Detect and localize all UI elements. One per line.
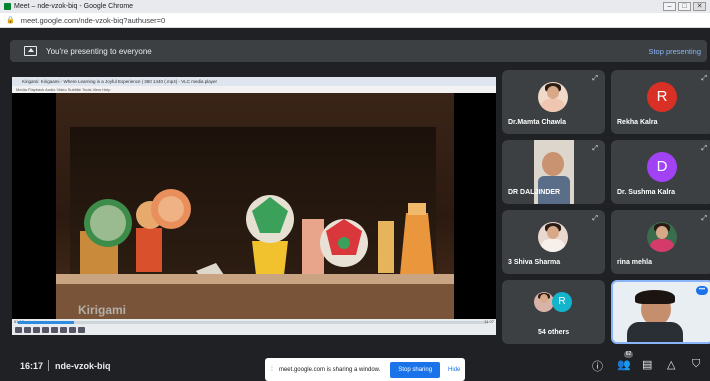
stop-presenting-button[interactable]: Stop presenting [648,47,701,56]
others-photo [534,292,554,312]
participant-name: rina mehla [617,259,653,266]
participant-tile[interactable]: ⤢ DR DALJINDER [502,140,605,204]
divider [48,360,49,371]
sharing-notification: ⁞ meet.google.com is sharing a window. S… [265,358,465,381]
video-frame: Kirigami [56,93,454,319]
hide-button[interactable]: Hide [448,367,460,373]
window-title: Meet – nde-vzok-biq - Google Chrome [14,3,134,10]
present-screen-icon [24,46,37,56]
participant-tile[interactable]: ⤢ rina mehla [611,210,710,274]
shared-screen: Kirigami: Kirigaami - Where Learning is … [12,77,496,335]
sharing-text: meet.google.com is sharing a window. [278,366,381,373]
vlc-buttons [15,327,85,333]
maximize-icon[interactable]: □ [678,2,691,11]
stop-sharing-button[interactable]: Stop sharing [390,361,441,378]
minimize-icon[interactable]: – [663,2,676,11]
participant-tile[interactable]: R ⤢ Rekha Kalra [611,70,710,134]
self-body [627,322,683,342]
vlc-menu-bar: Media Playback Audio Video Subtitle Tool… [12,86,496,93]
others-avatar: R [552,292,572,312]
self-hair [635,290,675,304]
participant-photo [538,222,568,252]
participant-name: DR DALJINDER [508,189,561,196]
stop-icon[interactable] [33,327,40,333]
participant-photo [538,82,568,112]
participant-name: 3 Shiva Sharma [508,259,561,266]
pin-icon[interactable]: ⤢ [701,145,707,153]
activities-icon[interactable]: △ [667,358,675,371]
people-count-badge: 62 [624,351,633,358]
people-icon[interactable]: 👥 [617,358,631,371]
pause-icon[interactable] [15,327,22,333]
participant-tile[interactable]: ⤢ Dr.Mamta Chawla [502,70,605,134]
meeting-code: nde-vzok-biq [55,361,111,371]
participant-photo [647,222,677,252]
next-icon[interactable] [42,327,49,333]
current-time: 16:17 [20,361,44,371]
participant-tile[interactable]: ⤢ 3 Shiva Sharma [502,210,605,274]
participant-name: Rekha Kalra [617,119,658,126]
browser-title-bar: Meet – nde-vzok-biq - Google Chrome – □ … [0,0,710,13]
pin-icon[interactable]: ⤢ [592,75,598,83]
vlc-controls[interactable]: 01:18 11:07 [12,319,496,335]
url-text: meet.google.com/nde-vzok-biq?authuser=0 [20,15,166,25]
participant-avatar: R [647,82,677,112]
participant-name: Dr.Mamta Chawla [508,119,566,126]
seek-bar[interactable] [18,321,488,324]
others-count: 54 others [538,329,570,336]
presenting-banner: You're presenting to everyone Stop prese… [10,40,707,62]
presenting-text: You're presenting to everyone [46,46,152,56]
window-controls: – □ ✕ [663,2,706,11]
pin-icon[interactable]: ⤢ [701,75,707,83]
previous-icon[interactable] [24,327,31,333]
video-watermark: Kirigami [78,303,127,317]
shield-icon[interactable]: ⛉ [692,358,700,371]
shuffle-icon[interactable] [78,327,85,333]
others-tile[interactable]: R 54 others [502,280,605,344]
pin-icon[interactable]: ⤢ [701,215,707,223]
participant-avatar: D [647,152,677,182]
vlc-title-bar: Kirigami: Kirigaami - Where Learning is … [12,77,496,86]
total-time: 11:07 [484,319,494,324]
drag-handle-icon[interactable]: ⁞ [271,366,273,373]
playlist-icon[interactable] [60,327,67,333]
lock-icon[interactable]: 🔒 [6,16,15,24]
loop-icon[interactable] [69,327,76,333]
meet-favicon-icon [4,3,11,10]
chat-icon[interactable]: ▤ [642,358,652,371]
close-icon[interactable]: ✕ [693,2,706,11]
info-icon[interactable]: ⓘ [592,358,603,374]
shelf-edge [56,274,454,284]
seek-bar-fill [18,321,75,324]
pin-icon[interactable]: ⤢ [592,215,598,223]
pin-icon[interactable]: ⤢ [592,145,598,153]
self-view-tile[interactable]: ••• [611,280,710,344]
more-options-icon[interactable]: ••• [696,286,708,295]
participant-name: Dr. Sushma Kalra [617,189,675,196]
address-bar[interactable]: 🔒 meet.google.com/nde-vzok-biq?authuser=… [0,13,710,28]
participant-tile[interactable]: D ⤢ Dr. Sushma Kalra [611,140,710,204]
fullscreen-icon[interactable] [51,327,58,333]
